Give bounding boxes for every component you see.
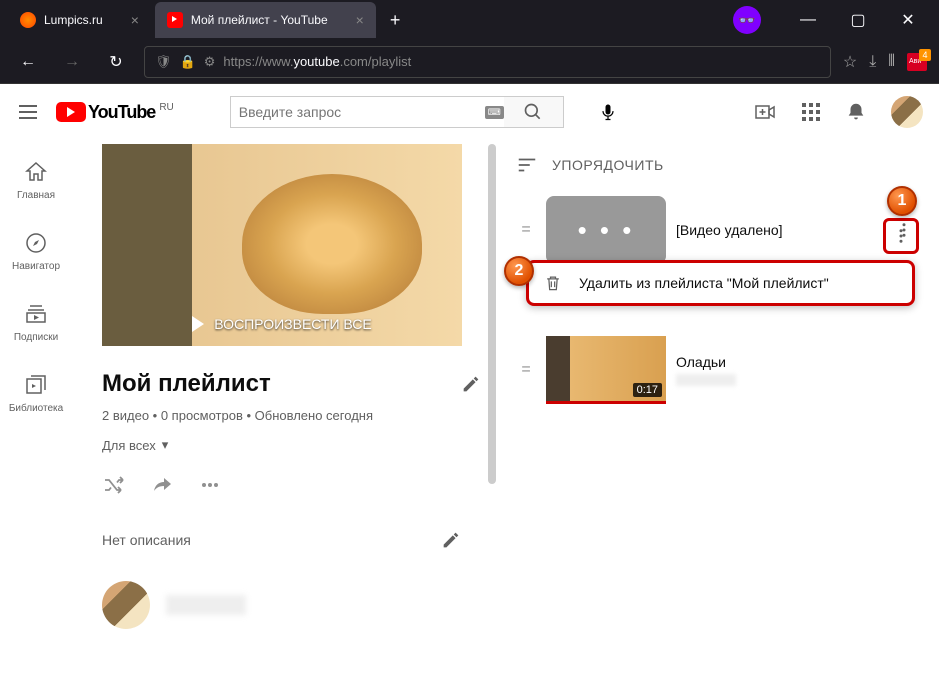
youtube-logo-icon [56, 102, 86, 122]
maximize-button[interactable]: ▢ [835, 2, 881, 38]
video-title: [Видео удалено] [676, 222, 783, 238]
minimize-button[interactable]: — [785, 2, 831, 38]
create-video-icon[interactable] [753, 100, 777, 124]
youtube-page: YouTube RU ⌨ [0, 84, 939, 693]
youtube-logo[interactable]: YouTube RU [56, 102, 174, 123]
youtube-logo-text: YouTube [88, 102, 155, 123]
annotation-callout-2: 2 [504, 256, 534, 286]
browser-tab-youtube[interactable]: Мой плейлист - YouTube × [155, 2, 376, 38]
video-channel [676, 374, 736, 386]
sort-button[interactable]: УПОРЯДОЧИТЬ [516, 140, 919, 190]
search-input[interactable] [230, 96, 520, 128]
annotation-callout-1: 1 [887, 186, 917, 216]
playlist-info-panel: ВОСПРОИЗВЕСТИ ВСЕ Мой плейлист 2 видео •… [72, 140, 482, 693]
drag-handle-icon[interactable]: = [516, 221, 536, 239]
search-button[interactable] [504, 96, 564, 128]
downloads-icon[interactable]: ⤓ [869, 53, 876, 71]
tab-close-icon[interactable]: × [131, 12, 139, 28]
lock-icon[interactable]: 🔒 [180, 54, 196, 70]
playlist-items-panel: УПОРЯДОЧИТЬ = • • • [Видео удалено] [516, 140, 939, 693]
permissions-icon[interactable]: ⚙ [204, 54, 216, 70]
play-icon [192, 316, 204, 332]
playlist-video-item[interactable]: = • • • [Видео удалено] [516, 190, 919, 270]
context-menu-delete[interactable]: Удалить из плейлиста "Мой плейлист" [579, 275, 829, 291]
browser-toolbar: ← → ↻ 🛡 🔒 ⚙ https://www.youtube.com/play… [0, 40, 939, 84]
youtube-header: YouTube RU ⌨ [0, 84, 939, 140]
keyboard-icon[interactable]: ⌨ [485, 106, 504, 119]
edit-title-icon[interactable] [460, 373, 482, 395]
library-icon[interactable]: ⫴ [888, 53, 895, 71]
sidebar-item-subscriptions[interactable]: Подписки [0, 286, 72, 357]
sort-icon [516, 154, 538, 176]
library-icon [24, 373, 48, 397]
video-thumbnail-deleted: • • • [546, 196, 666, 264]
edit-description-icon[interactable] [440, 529, 462, 551]
more-horizontal-icon[interactable] [198, 473, 222, 497]
subscriptions-icon [24, 302, 48, 326]
youtube-sidebar: Главная Навигатор Подписки Библиотека [0, 140, 72, 693]
browser-tab-lumpics[interactable]: Lumpics.ru × [8, 2, 151, 38]
drag-handle-icon[interactable]: = [516, 361, 536, 379]
playlist-description: Нет описания [102, 532, 440, 548]
playlist-title: Мой плейлист [102, 370, 460, 398]
url-text: https://www.youtube.com/playlist [223, 54, 411, 69]
playlist-meta: 2 видео • 0 просмотров • Обновлено сегод… [102, 408, 482, 423]
close-window-button[interactable]: ✕ [885, 2, 931, 38]
sidebar-item-home[interactable]: Главная [0, 144, 72, 215]
url-bar[interactable]: 🛡 🔒 ⚙ https://www.youtube.com/playlist [144, 46, 831, 78]
back-button[interactable]: ← [12, 53, 44, 71]
reload-button[interactable]: ↻ [100, 52, 132, 72]
owner-name [166, 595, 246, 615]
video-thumbnail: 0:17 [546, 336, 666, 404]
context-menu: Удалить из плейлиста "Мой плейлист" [526, 260, 915, 306]
tab-title: Мой плейлист - YouTube [191, 13, 328, 27]
bookmark-icon[interactable]: ☆ [843, 52, 857, 72]
playlist-video-item[interactable]: = 0:17 Оладьи [516, 330, 919, 410]
playlist-thumbnail[interactable]: ВОСПРОИЗВЕСТИ ВСЕ [102, 144, 462, 346]
share-icon[interactable] [150, 473, 174, 497]
hamburger-menu-icon[interactable] [16, 100, 40, 124]
tab-title: Lumpics.ru [44, 13, 103, 27]
video-duration: 0:17 [633, 383, 662, 397]
sidebar-item-library[interactable]: Библиотека [0, 357, 72, 428]
owner-avatar [102, 581, 150, 629]
new-tab-button[interactable]: + [380, 10, 411, 31]
incognito-icon: 👓 [733, 6, 761, 34]
playlist-owner[interactable] [102, 581, 482, 629]
notifications-icon[interactable] [845, 101, 867, 123]
tab-close-icon[interactable]: × [356, 12, 364, 28]
shield-icon[interactable]: 🛡 [155, 54, 172, 70]
video-title: Оладьи [676, 354, 736, 370]
forward-button[interactable]: → [56, 53, 88, 71]
favicon-youtube [167, 12, 183, 28]
shuffle-icon[interactable] [102, 473, 126, 497]
voice-search-icon[interactable] [588, 92, 628, 132]
user-avatar[interactable] [891, 96, 923, 128]
sidebar-item-explore[interactable]: Навигатор [0, 215, 72, 286]
apps-grid-icon[interactable] [801, 102, 821, 122]
compass-icon [24, 231, 48, 255]
youtube-region: RU [159, 102, 173, 113]
trash-icon [543, 273, 563, 293]
chevron-down-icon: ▾ [162, 437, 169, 453]
item-menu-icon[interactable] [889, 221, 919, 239]
home-icon [24, 160, 48, 184]
play-all-button[interactable]: ВОСПРОИЗВЕСТИ ВСЕ [192, 316, 372, 332]
extension-badge[interactable]: Ави4 [907, 53, 927, 71]
playlist-privacy-dropdown[interactable]: Для всех ▾ [102, 437, 482, 453]
scrollbar-thumb[interactable] [488, 144, 496, 484]
favicon-lumpics [20, 12, 36, 28]
browser-tab-strip: Lumpics.ru × Мой плейлист - YouTube × + … [0, 0, 939, 40]
